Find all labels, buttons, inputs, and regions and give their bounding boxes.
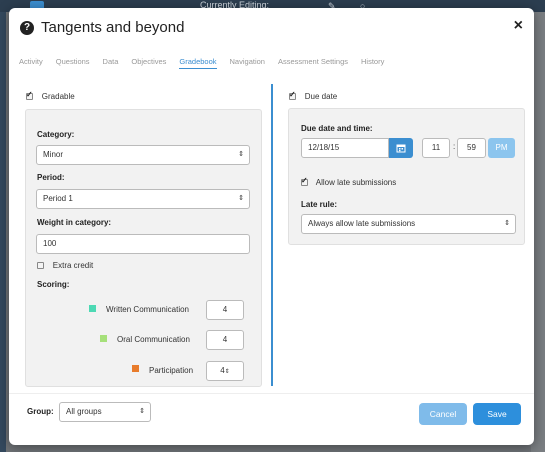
tab-navigation[interactable]: Navigation [230, 56, 265, 68]
extra-credit-checkbox[interactable] [37, 261, 44, 269]
late-rule-value: Always allow late submissions [308, 219, 416, 228]
participation-input[interactable]: 4⇕ [206, 361, 244, 381]
allow-late-row: Allow late submissions [301, 176, 397, 188]
tab-assessment-settings[interactable]: Assessment Settings [278, 56, 348, 68]
stepper-icon[interactable]: ⇕ [225, 369, 230, 375]
extra-credit-label: Extra credit [52, 261, 94, 270]
due-date-input[interactable]: 12/18/15 [301, 138, 389, 158]
period-select[interactable]: Period 1 ⇕ [36, 189, 250, 209]
column-divider [271, 84, 273, 386]
tab-gradebook[interactable]: Gradebook [179, 56, 217, 69]
written-communication-label: Written Communication [106, 305, 189, 314]
cancel-button[interactable]: Cancel [419, 403, 467, 425]
help-icon[interactable]: ? [20, 21, 34, 35]
hour-input[interactable]: 11 [422, 138, 450, 158]
participation-label: Participation [149, 366, 194, 375]
calendar-button[interactable] [389, 138, 413, 158]
category-select[interactable]: Minor ⇕ [36, 145, 250, 165]
group-label: Group: [27, 407, 54, 416]
modal-header: ? Tangents and beyond × [9, 8, 534, 50]
oral-communication-input[interactable]: 4 [206, 330, 244, 350]
group-select[interactable]: All groups ⇕ [59, 402, 151, 422]
written-communication-swatch [89, 305, 96, 312]
select-arrows-icon: ⇕ [238, 151, 244, 158]
period-value: Period 1 [43, 194, 73, 203]
tab-activity[interactable]: Activity [19, 56, 43, 68]
category-value: Minor [43, 150, 64, 159]
weight-label: Weight in category: [37, 218, 112, 227]
select-arrows-icon: ⇕ [139, 408, 145, 415]
gradable-row: Gradable [26, 90, 75, 102]
gradebook-panel: Category: Minor ⇕ Period: Period 1 ⇕ Wei… [25, 109, 262, 387]
oral-communication-label: Oral Communication [117, 335, 190, 344]
tab-bar: Activity Questions Data Objectives Gradebook… [19, 56, 397, 70]
period-label: Period: [37, 173, 65, 182]
modal-title: Tangents and beyond [41, 19, 185, 36]
select-arrows-icon: ⇕ [238, 195, 244, 202]
category-label: Category: [37, 130, 75, 139]
allow-late-checkbox[interactable] [301, 176, 308, 186]
tab-data[interactable]: Data [103, 56, 119, 68]
activity-settings-modal: ? Tangents and beyond × Activity Question… [9, 8, 534, 445]
due-date-label: Due date [304, 92, 338, 101]
scoring-label: Scoring: [37, 280, 70, 289]
footer-separator [9, 393, 534, 394]
group-value: All groups [66, 407, 102, 416]
minute-input[interactable]: 59 [457, 138, 486, 158]
gradable-label: Gradable [41, 92, 75, 101]
participation-swatch [132, 365, 139, 372]
written-communication-input[interactable]: 4 [206, 300, 244, 320]
oral-communication-swatch [100, 335, 107, 342]
weight-input[interactable]: 100 [36, 234, 250, 254]
due-date-checkbox[interactable] [289, 90, 296, 100]
calendar-icon [396, 144, 406, 153]
due-date-time-label: Due date and time: [301, 124, 373, 133]
late-rule-select[interactable]: Always allow late submissions ⇕ [301, 214, 516, 234]
ampm-toggle[interactable]: PM [488, 138, 515, 158]
extra-credit-row: Extra credit [37, 260, 93, 271]
tab-questions[interactable]: Questions [56, 56, 90, 68]
select-arrows-icon: ⇕ [504, 220, 510, 227]
weight-value: 100 [43, 239, 57, 248]
late-rule-label: Late rule: [301, 200, 338, 209]
tab-history[interactable]: History [361, 56, 384, 68]
due-date-value: 12/18/15 [308, 143, 340, 152]
due-date-row: Due date [289, 90, 338, 102]
allow-late-label: Allow late submissions [315, 178, 397, 187]
background-sidebar [0, 12, 6, 452]
tab-objectives[interactable]: Objectives [131, 56, 166, 68]
gradable-checkbox[interactable] [26, 90, 33, 100]
due-date-panel: Due date and time: 12/18/15 11 : 59 PM A… [288, 108, 525, 245]
close-button[interactable]: × [514, 17, 523, 35]
time-separator: : [453, 142, 456, 151]
save-button[interactable]: Save [473, 403, 521, 425]
